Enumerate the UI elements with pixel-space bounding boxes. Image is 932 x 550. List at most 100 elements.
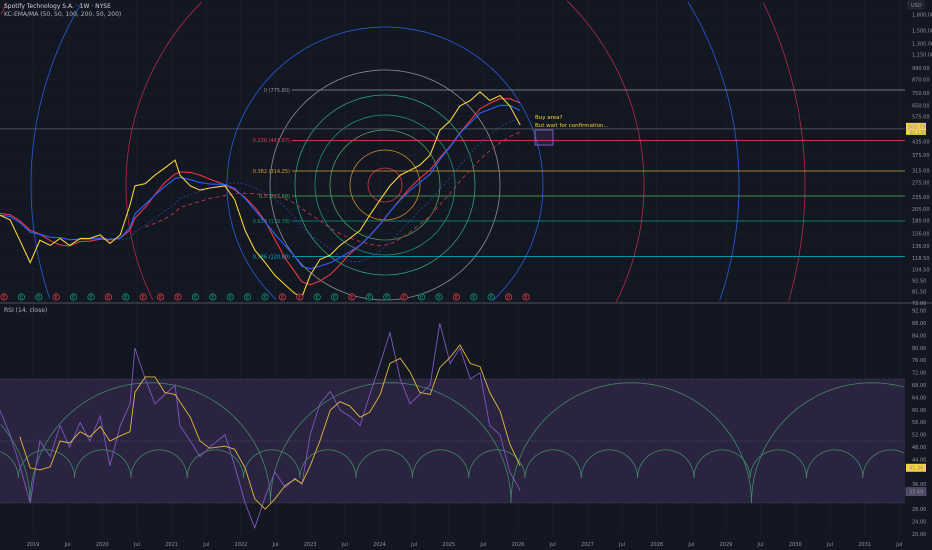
time-label: 2022 bbox=[235, 542, 248, 548]
rsi-tick-label: 72.00 bbox=[912, 371, 926, 377]
price-tick-label: 136.00 bbox=[912, 244, 930, 250]
time-label: Jul bbox=[618, 542, 625, 548]
time-label: Jul bbox=[133, 542, 140, 548]
rsi-tick-label: 36.00 bbox=[912, 482, 926, 488]
earnings-glyph: E bbox=[229, 295, 232, 301]
rsi-tick-label: 56.00 bbox=[912, 420, 926, 426]
price-tick-label: 156.00 bbox=[912, 232, 930, 238]
earnings-glyph: E bbox=[472, 295, 475, 301]
earnings-glyph: E bbox=[142, 295, 145, 301]
earnings-glyph: E bbox=[316, 295, 319, 301]
earnings-glyph: E bbox=[176, 295, 179, 301]
time-label: Jul bbox=[410, 542, 417, 548]
time-label: 2027 bbox=[581, 542, 594, 548]
rsi-tick-label: 64.00 bbox=[912, 395, 926, 401]
time-label: Jul bbox=[757, 542, 764, 548]
rsi-tick-label: 60.00 bbox=[912, 408, 926, 414]
price-tick-label: 205.00 bbox=[912, 207, 930, 213]
time-label: Jul bbox=[826, 542, 833, 548]
time-label: 2021 bbox=[165, 542, 178, 548]
time-label: 2023 bbox=[304, 542, 317, 548]
earnings-glyph: E bbox=[89, 295, 92, 301]
annotation-line-1: Buy area? bbox=[535, 115, 563, 121]
price-tick-label: 118.50 bbox=[912, 256, 930, 262]
time-label: 2028 bbox=[650, 542, 663, 548]
fib-level-label: 0.382 (314.25) bbox=[253, 169, 290, 175]
time-label: Jul bbox=[64, 542, 71, 548]
currency-label[interactable]: USD bbox=[911, 3, 922, 9]
earnings-glyph: E bbox=[298, 295, 301, 301]
rsi-ma-value: 41.36 bbox=[909, 466, 923, 472]
earnings-glyph: E bbox=[124, 295, 127, 301]
price-tick-label: 1,150.00 bbox=[912, 53, 932, 59]
earnings-glyph: E bbox=[281, 295, 284, 301]
price-tick-label: 72.00 bbox=[912, 301, 926, 307]
price-tick-label: 315.00 bbox=[912, 169, 930, 175]
rsi-tick-label: 76.00 bbox=[912, 358, 926, 364]
time-label: 2019 bbox=[27, 542, 40, 548]
rsi-tick-label: 28.00 bbox=[912, 507, 926, 513]
fib-level-label: 0.236 (441.87) bbox=[253, 138, 290, 144]
earnings-glyph: E bbox=[350, 295, 353, 301]
time-label: 2026 bbox=[512, 542, 525, 548]
fib-level-label: 0.618 (179.78) bbox=[253, 219, 290, 225]
price-tick-label: 750.00 bbox=[912, 91, 930, 97]
earnings-glyph: E bbox=[524, 295, 527, 301]
price-tick-label: 575.00 bbox=[912, 115, 930, 121]
time-label: Jul bbox=[479, 542, 486, 548]
earnings-glyph: E bbox=[507, 295, 510, 301]
price-tick-label: 435.00 bbox=[912, 140, 930, 146]
earnings-glyph: E bbox=[385, 295, 388, 301]
earnings-glyph: E bbox=[263, 295, 266, 301]
earnings-glyph: E bbox=[159, 295, 162, 301]
earnings-glyph: E bbox=[107, 295, 110, 301]
rsi-tick-label: 84.00 bbox=[912, 333, 926, 339]
indicator-title[interactable]: KC-EMA/MA (50, 50, 100, 200, 50, 200) bbox=[4, 11, 121, 18]
rsi-tick-label: 88.00 bbox=[912, 321, 926, 327]
price-tick-label: 870.00 bbox=[912, 78, 930, 84]
time-label: Jul bbox=[202, 542, 209, 548]
earnings-glyph: E bbox=[333, 295, 336, 301]
earnings-glyph: E bbox=[211, 295, 214, 301]
chart-canvas[interactable]: 0 (775.80) 0.236 (441.87) 0.382 (314.25) 0.… bbox=[0, 0, 932, 550]
earnings-glyph: E bbox=[72, 295, 75, 301]
rsi-tick-label: 24.00 bbox=[912, 519, 926, 525]
rsi-tick-label: 20.00 bbox=[912, 532, 926, 538]
rsi-tick-label: 92.00 bbox=[912, 309, 926, 315]
earnings-glyph: E bbox=[368, 295, 371, 301]
earnings-glyph: E bbox=[55, 295, 58, 301]
earnings-glyph: E bbox=[246, 295, 249, 301]
time-label: 2031 bbox=[858, 542, 871, 548]
time-label: Jul bbox=[895, 542, 902, 548]
fib-level-label: 0 (775.80) bbox=[264, 88, 290, 94]
price-tick-label: 81.50 bbox=[912, 290, 926, 296]
rsi-tick-label: 48.00 bbox=[912, 445, 926, 451]
price-tick-label: 375.00 bbox=[912, 153, 930, 159]
buy-area-box[interactable] bbox=[534, 129, 554, 146]
rsi-title[interactable]: RSI (14, close) bbox=[4, 307, 47, 314]
time-label: 2029 bbox=[720, 542, 733, 548]
time-label: 2025 bbox=[442, 542, 455, 548]
time-label: 2030 bbox=[789, 542, 802, 548]
price-tick-label: 650.00 bbox=[912, 104, 930, 110]
time-label: 2020 bbox=[96, 542, 109, 548]
earnings-glyph: E bbox=[194, 295, 197, 301]
time-label: Jul bbox=[272, 542, 279, 548]
annotation-line-2: But wait for confirmation... bbox=[535, 123, 609, 129]
rsi-value: 33.69 bbox=[909, 489, 923, 495]
earnings-glyph: E bbox=[490, 295, 493, 301]
earnings-glyph: E bbox=[403, 295, 406, 301]
price-tick-label: 1,800.00 bbox=[912, 12, 932, 18]
rsi-tick-label: 80.00 bbox=[912, 346, 926, 352]
price-tick-label: 1,300.00 bbox=[912, 42, 932, 48]
rsi-tick-label: 44.00 bbox=[912, 457, 926, 463]
symbol-title[interactable]: Spotify Technology S.A. · 1W · NYSE bbox=[4, 3, 111, 10]
earnings-glyph: E bbox=[437, 295, 440, 301]
price-tick-label: 275.00 bbox=[912, 181, 930, 187]
time-label: Jul bbox=[341, 542, 348, 548]
time-label: Jul bbox=[549, 542, 556, 548]
time-label: 2024 bbox=[373, 542, 386, 548]
earnings-glyph: E bbox=[455, 295, 458, 301]
annotation-text: Buy area? But wait for confirmation... bbox=[535, 114, 609, 130]
earnings-glyph: E bbox=[37, 295, 40, 301]
